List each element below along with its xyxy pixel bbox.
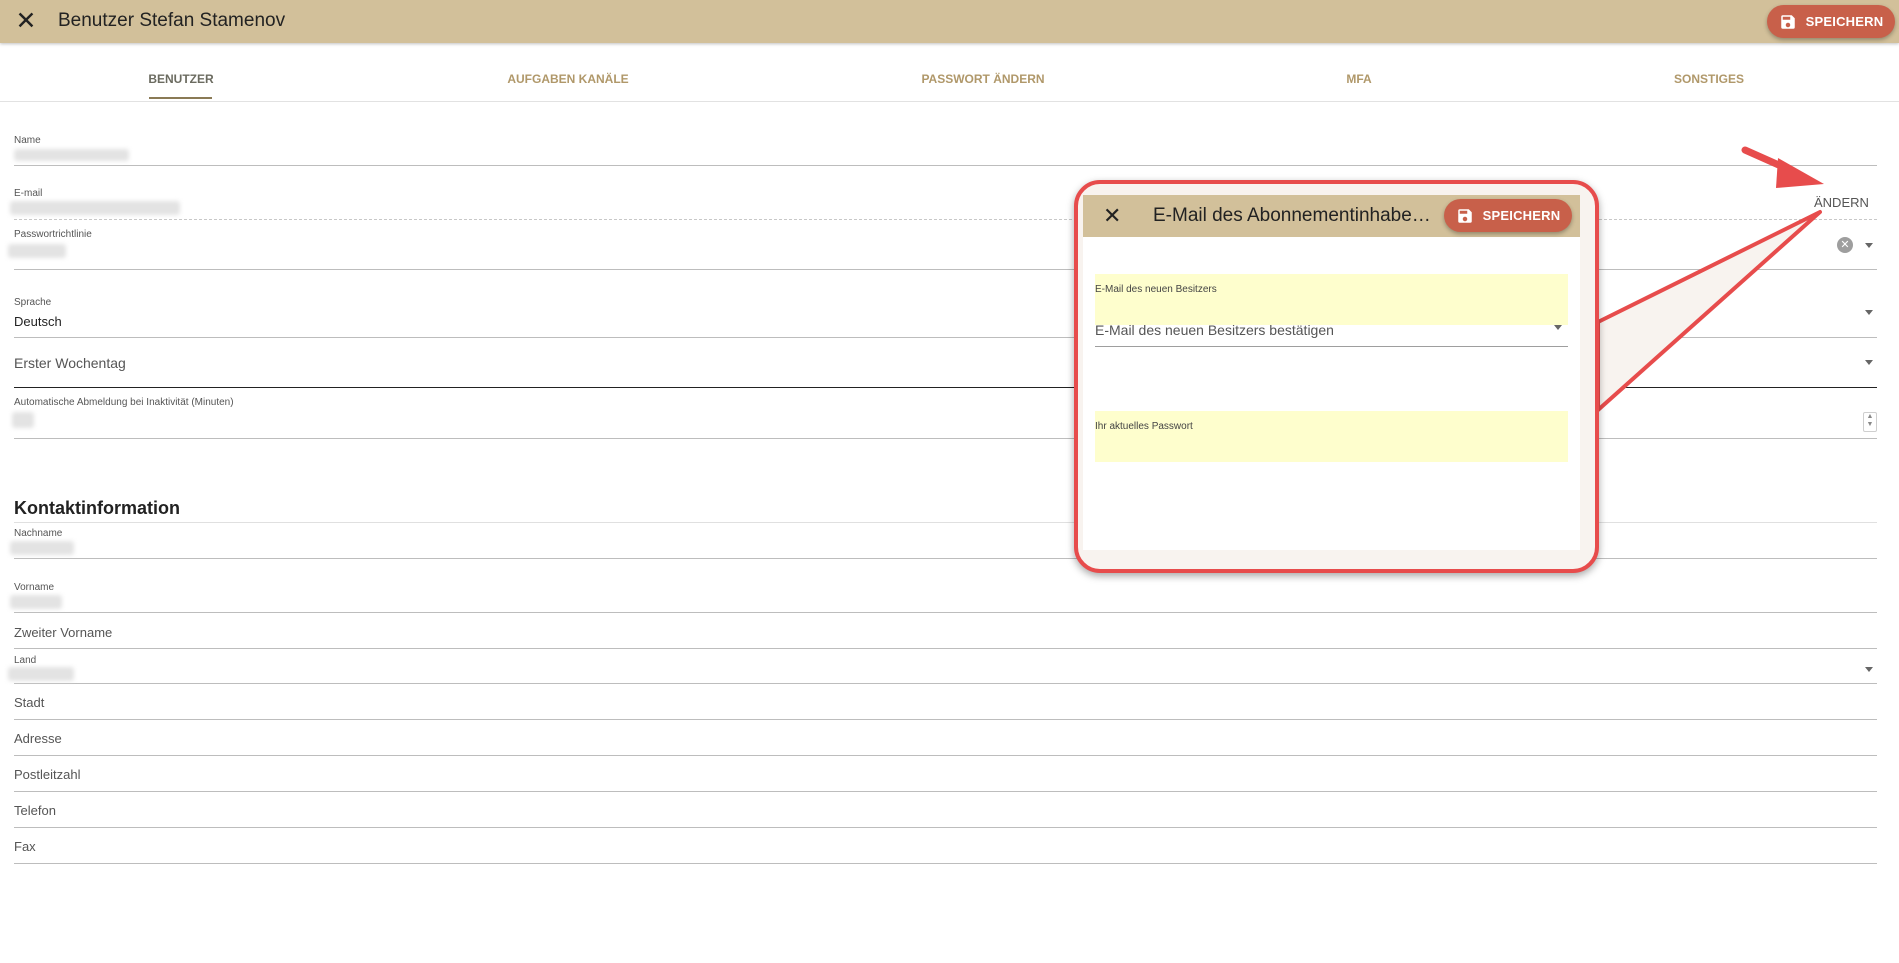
current-password-field[interactable]: Ihr aktuelles Passwort [1095, 411, 1568, 462]
language-label: Sprache [14, 297, 52, 308]
change-email-button[interactable]: ÄNDERN [1814, 195, 1869, 210]
dialog-save-label: SPEICHERN [1482, 208, 1561, 223]
firstname-value-redacted [10, 595, 62, 609]
auto-logout-label: Automatische Abmeldung bei Inaktivität (… [14, 397, 234, 408]
middlename-field[interactable]: Zweiter Vorname [14, 613, 1877, 649]
city-field[interactable]: Stadt [14, 684, 1877, 720]
number-stepper[interactable]: ▲ ▼ [1863, 412, 1877, 432]
email-value-redacted [10, 201, 180, 215]
name-value-redacted [14, 149, 129, 161]
fax-field[interactable]: Fax [14, 828, 1877, 864]
country-label: Land [14, 655, 37, 666]
firstname-field[interactable]: Vorname [10, 582, 1877, 613]
firstname-label: Vorname [14, 582, 55, 593]
language-value: Deutsch [14, 314, 62, 329]
new-email-label: E-Mail des neuen Besitzers [1095, 284, 1217, 295]
change-email-dialog: ✕ E-Mail des Abonnementinhabers ändern S… [1083, 195, 1580, 550]
phone-label: Telefon [14, 803, 56, 818]
email-label: E-mail [14, 188, 43, 199]
lastname-value-redacted [10, 541, 74, 555]
dialog-header: ✕ E-Mail des Abonnementinhabers ändern S… [1083, 195, 1580, 237]
contact-section-title: Kontaktinformation [14, 498, 180, 518]
tab-benutzer[interactable]: BENUTZER [148, 72, 213, 86]
city-label: Stadt [14, 695, 45, 710]
lastname-label: Nachname [14, 528, 63, 539]
address-label: Adresse [14, 731, 62, 746]
phone-field[interactable]: Telefon [14, 792, 1877, 828]
close-icon[interactable]: ✕ [1103, 201, 1121, 231]
close-icon[interactable]: ✕ [11, 6, 41, 36]
auto-logout-value-redacted [12, 412, 34, 428]
chevron-down-icon[interactable] [1865, 667, 1873, 672]
tab-mfa[interactable]: MFA [1346, 72, 1371, 86]
dialog-save-button[interactable]: SPEICHERN [1444, 199, 1572, 232]
name-field[interactable]: Name [14, 135, 1877, 166]
first-weekday-label: Erster Wochentag [14, 355, 126, 371]
confirm-email-label: E-Mail des neuen Besitzers bestätigen [1095, 322, 1334, 338]
dialog-title: E-Mail des Abonnementinhabers ändern [1153, 205, 1433, 226]
page-title: Benutzer Stefan Stamenov [58, 10, 286, 31]
name-label: Name [14, 135, 41, 146]
clear-icon[interactable]: ✕ [1837, 237, 1853, 253]
save-button-label: SPEICHERN [1805, 14, 1884, 29]
password-policy-value-redacted [8, 244, 66, 258]
app-header: ✕ Benutzer Stefan Stamenov SPEICHERN [0, 0, 1899, 43]
floppy-disk-icon [1780, 14, 1795, 29]
tab-passwort-aendern[interactable]: PASSWORT ÄNDERN [921, 72, 1044, 86]
confirm-email-select[interactable]: E-Mail des neuen Besitzers bestätigen [1095, 310, 1568, 347]
floppy-disk-icon [1457, 208, 1472, 223]
zip-label: Postleitzahl [14, 767, 81, 782]
country-value-redacted [8, 667, 74, 681]
tab-sonstiges[interactable]: SONSTIGES [1674, 72, 1744, 86]
tab-aufgaben-kanaele[interactable]: AUFGABEN KANÄLE [507, 72, 628, 86]
middlename-label: Zweiter Vorname [14, 625, 113, 640]
save-button[interactable]: SPEICHERN [1767, 5, 1895, 38]
chevron-down-icon[interactable] [1554, 325, 1562, 330]
chevron-down-icon[interactable] [1865, 310, 1873, 315]
tab-bar: BENUTZER AUFGABEN KANÄLE PASSWORT ÄNDERN… [0, 44, 1899, 102]
country-select[interactable]: Land [8, 655, 1877, 684]
zip-field[interactable]: Postleitzahl [14, 756, 1877, 792]
chevron-down-icon[interactable] [1865, 243, 1873, 248]
current-password-label: Ihr aktuelles Passwort [1095, 421, 1193, 432]
active-tab-indicator [149, 97, 212, 99]
address-field[interactable]: Adresse [14, 720, 1877, 756]
chevron-down-icon[interactable] [1865, 360, 1873, 365]
password-policy-label: Passwortrichtlinie [14, 229, 92, 240]
fax-label: Fax [14, 839, 36, 854]
